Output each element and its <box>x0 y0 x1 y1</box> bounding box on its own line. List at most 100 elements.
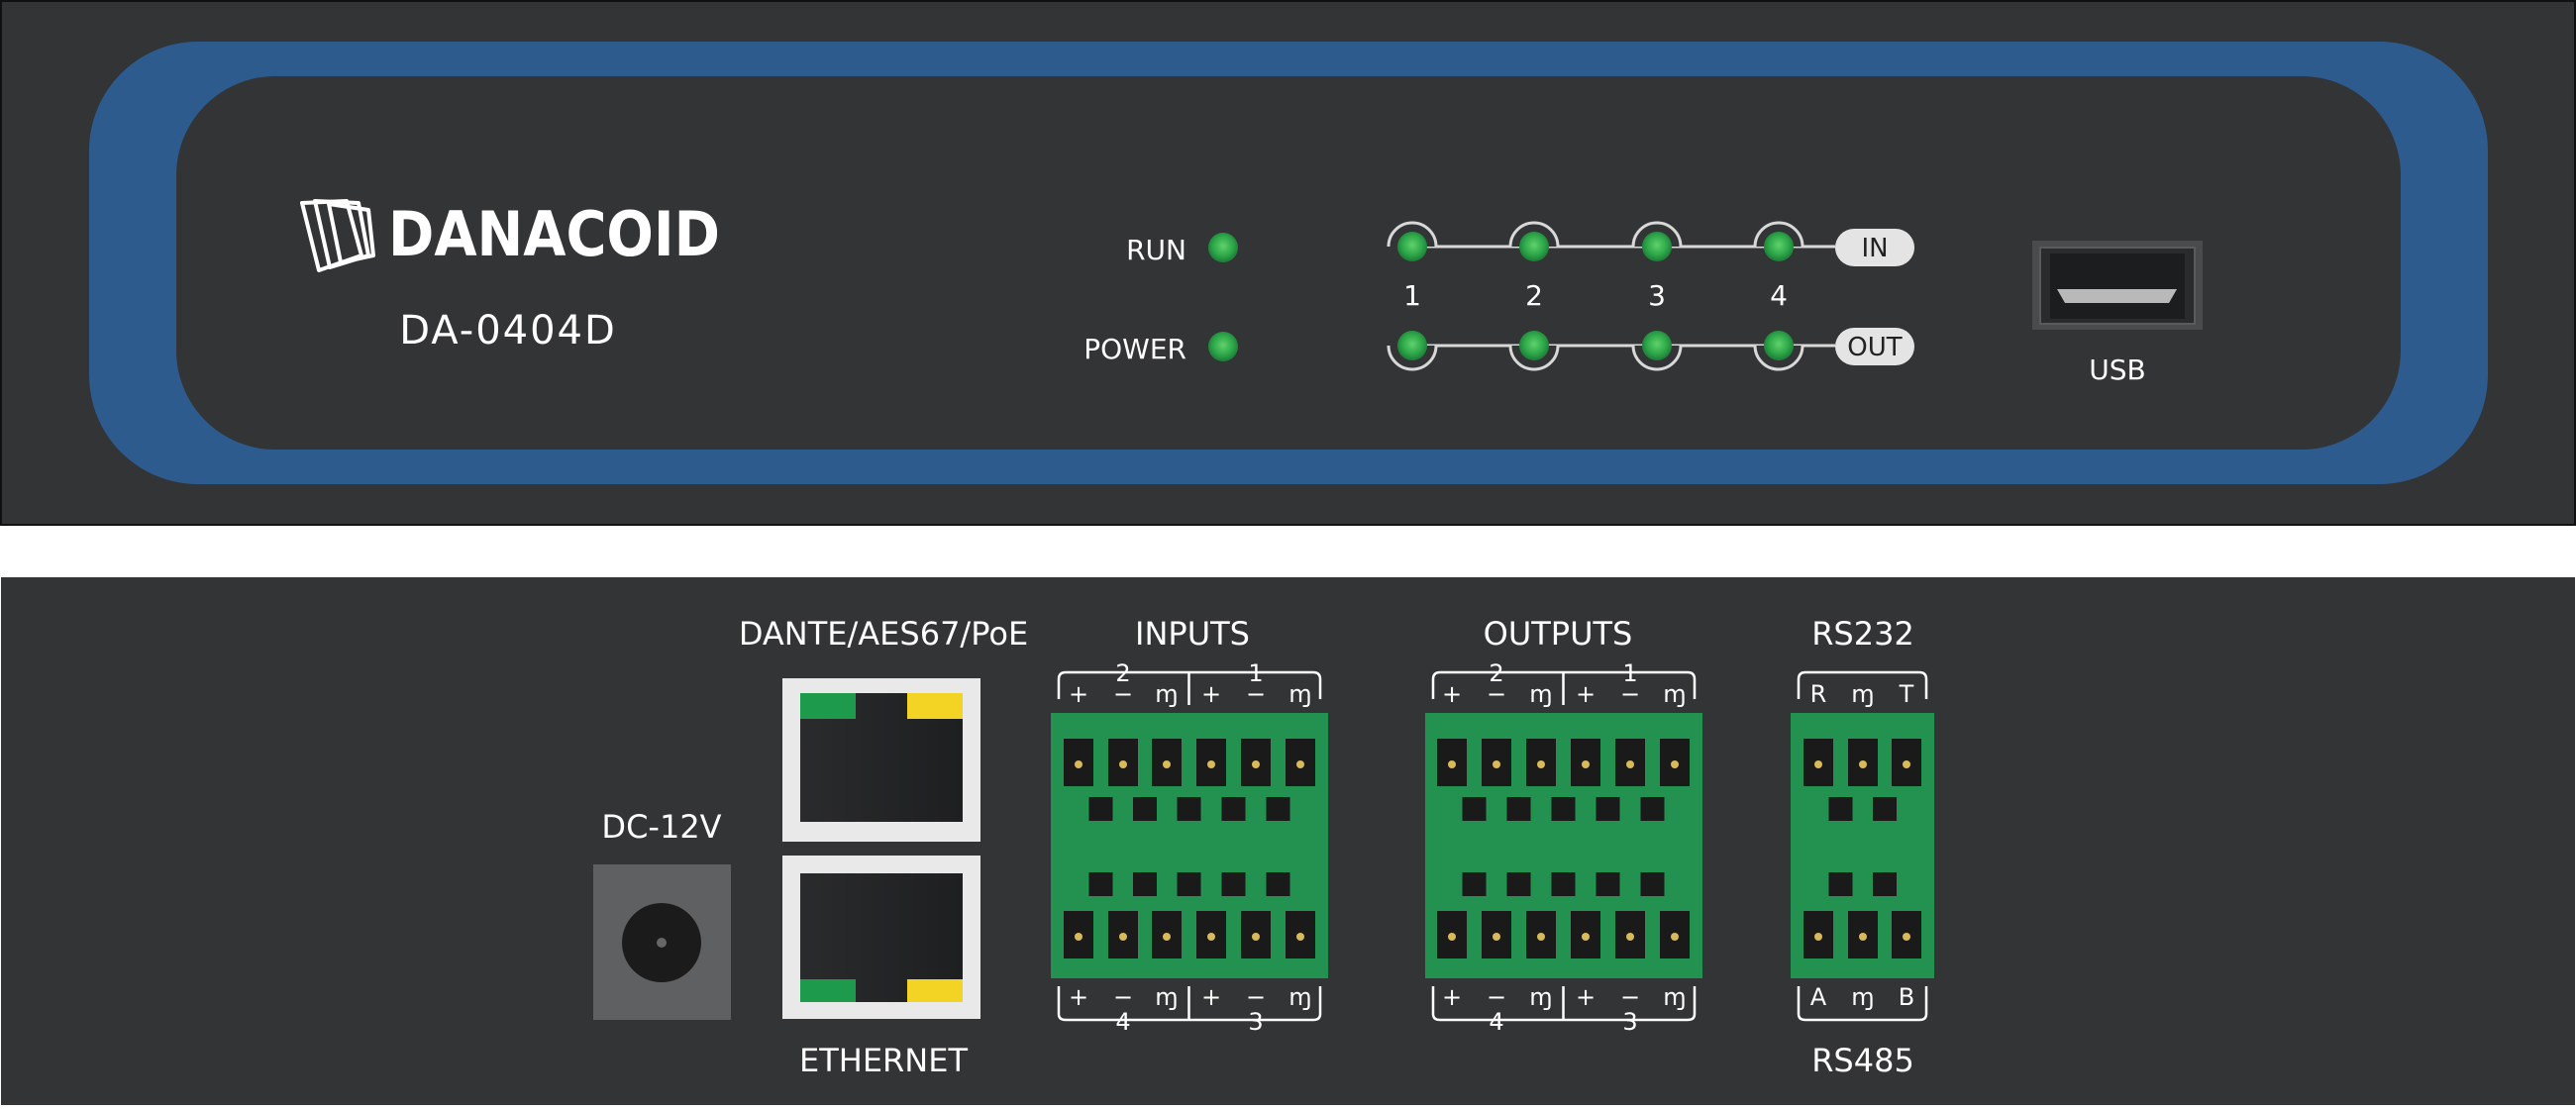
inputs-pin-bottom <box>1075 933 1082 941</box>
serial-clamp-hole <box>1873 797 1897 821</box>
inputs-pin-label-bottom: ɱ <box>1155 983 1178 1011</box>
ethernet-label: ETHERNET <box>799 1042 968 1079</box>
inputs-pin-label-bottom: − <box>1246 983 1266 1011</box>
inputs-clamp-hole <box>1177 797 1201 821</box>
outputs-pin-bottom <box>1448 933 1456 941</box>
usb-port <box>2032 241 2203 330</box>
serial-clamp-hole <box>1873 872 1897 896</box>
inputs-pin-top <box>1252 760 1260 768</box>
inputs-clamp-hole <box>1133 797 1157 821</box>
inputs-clamp-hole <box>1266 872 1290 896</box>
serial-pin-top <box>1903 760 1910 768</box>
input-led-3 <box>1642 232 1672 261</box>
dc-label: DC-12V <box>601 808 721 846</box>
inputs-pin-top <box>1075 760 1082 768</box>
outputs-pin-label-top: ɱ <box>1663 680 1686 708</box>
outputs-pin-top <box>1493 760 1500 768</box>
outputs-clamp-hole <box>1596 797 1620 821</box>
inputs-pin-bottom <box>1207 933 1215 941</box>
channel-number: 2 <box>1525 279 1543 312</box>
outputs-clamp-hole <box>1462 797 1487 821</box>
serial-pin-label-top: T <box>1899 680 1914 708</box>
outputs-pin-label-bottom: + <box>1442 983 1462 1011</box>
inputs-clamp-hole <box>1088 797 1113 821</box>
network-label: DANTE/AES67/PoE <box>739 615 1028 653</box>
run-label: RUN <box>1126 234 1186 266</box>
serial-pin-label-bottom: B <box>1899 983 1914 1011</box>
outputs-group-number-bottom: 4 <box>1489 1008 1503 1036</box>
inputs-label: INPUTS <box>1135 615 1250 653</box>
usb-label: USB <box>2089 353 2145 386</box>
inputs-pin-label-top: ɱ <box>1155 680 1178 708</box>
serial-pin-bottom <box>1903 933 1910 941</box>
inputs-clamp-hole <box>1221 797 1246 821</box>
device-drawing: DANACOID DA-0404D RUN POWER 1234 IN OUT … <box>0 0 2576 1106</box>
outputs-clamp-hole <box>1506 872 1531 896</box>
serial-pin-label-bottom: A <box>1810 983 1827 1011</box>
inputs-clamp-hole <box>1088 872 1113 896</box>
outputs-pin-top <box>1537 760 1545 768</box>
outputs-pin-top <box>1626 760 1634 768</box>
model-name: DA-0404D <box>399 308 617 353</box>
serial-pin-label-bottom: ɱ <box>1851 983 1874 1011</box>
outputs-pin-label-bottom: − <box>1620 983 1640 1011</box>
serial-pin-top <box>1859 760 1867 768</box>
outputs-pin-label-top: + <box>1442 680 1462 708</box>
outputs-pin-bottom <box>1626 933 1634 941</box>
rear-panel: DC-12V DANTE/AES67/PoE ETHERNET INPUTS O… <box>1 577 2575 1105</box>
serial-pin-bottom <box>1814 933 1822 941</box>
run-led <box>1208 233 1238 262</box>
serial-pin-top <box>1814 760 1822 768</box>
serial-pin-bottom <box>1859 933 1867 941</box>
serial-pin-label-top: R <box>1810 680 1827 708</box>
outputs-clamp-hole <box>1640 872 1665 896</box>
outputs-pin-bottom <box>1493 933 1500 941</box>
input-led-2 <box>1519 232 1549 261</box>
channel-number: 3 <box>1648 279 1666 312</box>
outputs-pin-top <box>1448 760 1456 768</box>
inputs-group-number-bottom: 4 <box>1115 1008 1130 1036</box>
outputs-clamp-hole <box>1506 797 1531 821</box>
output-led-4 <box>1764 331 1794 360</box>
inputs-pin-bottom <box>1296 933 1304 941</box>
outputs-clamp-hole <box>1551 797 1576 821</box>
outputs-pin-label-bottom: ɱ <box>1663 983 1686 1011</box>
front-panel: DANACOID DA-0404D RUN POWER 1234 IN OUT … <box>0 0 2576 526</box>
inputs-pin-top <box>1207 760 1215 768</box>
inputs-pin-label-top: + <box>1069 680 1088 708</box>
input-led-1 <box>1397 232 1427 261</box>
outputs-pin-bottom <box>1537 933 1545 941</box>
outputs-clamp-hole <box>1640 797 1665 821</box>
inputs-clamp-hole <box>1266 797 1290 821</box>
brand-name: DANACOID <box>388 198 720 270</box>
inputs-pin-top <box>1163 760 1171 768</box>
outputs-pin-label-bottom: ɱ <box>1529 983 1552 1011</box>
in-label: IN <box>1861 234 1888 263</box>
inputs-pin-bottom <box>1252 933 1260 941</box>
outputs-group-number-bottom: 3 <box>1622 1008 1637 1036</box>
output-led-3 <box>1642 331 1672 360</box>
inputs-pin-top <box>1296 760 1304 768</box>
inputs-pin-top <box>1119 760 1127 768</box>
power-led <box>1208 332 1238 361</box>
outputs-pin-label-top: + <box>1576 680 1596 708</box>
inputs-pin-bottom <box>1163 933 1171 941</box>
outputs-clamp-hole <box>1596 872 1620 896</box>
output-led-1 <box>1397 331 1427 360</box>
inputs-group-number-top: 2 <box>1115 659 1130 687</box>
outputs-pin-top <box>1671 760 1679 768</box>
input-led-4 <box>1764 232 1794 261</box>
outputs-pin-bottom <box>1582 933 1590 941</box>
power-label: POWER <box>1083 333 1186 365</box>
dc-power-jack <box>593 864 731 1020</box>
inputs-clamp-hole <box>1177 872 1201 896</box>
inputs-group-number-top: 1 <box>1248 659 1263 687</box>
channel-number: 1 <box>1403 279 1421 312</box>
serial-terminal-block: RAɱɱTB <box>1791 670 1934 1022</box>
inputs-pin-bottom <box>1119 933 1127 941</box>
ethernet-port-2 <box>782 856 980 1019</box>
outputs-pin-label-top: ɱ <box>1529 680 1552 708</box>
inputs-clamp-hole <box>1221 872 1246 896</box>
outputs-clamp-hole <box>1462 872 1487 896</box>
inputs-group-number-bottom: 3 <box>1248 1008 1263 1036</box>
